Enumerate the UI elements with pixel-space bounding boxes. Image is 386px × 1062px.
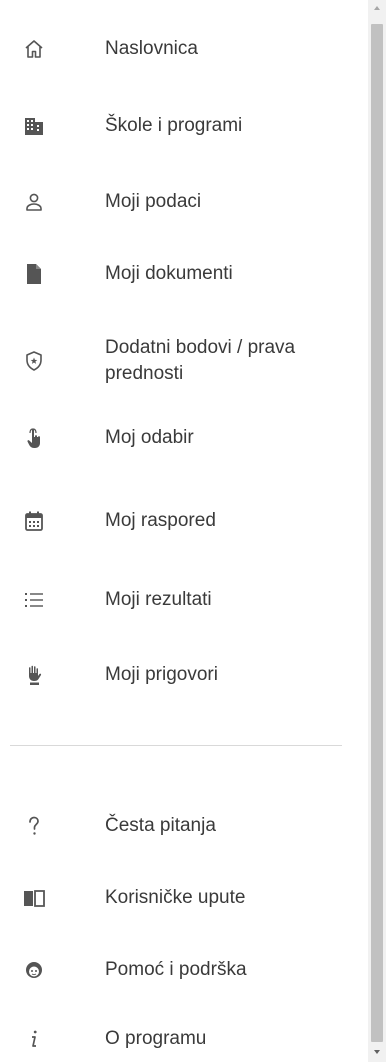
nav-item-moj-odabir[interactable]: Moj odabir	[0, 423, 368, 453]
pointing-hand-icon	[22, 426, 46, 450]
app-viewport: Naslovnica Škole i programi Moji podaci …	[0, 0, 386, 1062]
support-face-icon	[22, 958, 46, 982]
nav-item-pomoc-i-podrska[interactable]: Pomoć i podrška	[0, 955, 368, 985]
nav-item-cesta-pitanja[interactable]: Česta pitanja	[0, 811, 368, 841]
list-icon	[22, 588, 46, 612]
nav-item-label: Česta pitanja	[105, 815, 216, 836]
nav-item-label: Moj odabir	[105, 427, 194, 448]
nav-item-moji-dokumenti[interactable]: Moji dokumenti	[0, 259, 368, 289]
vertical-scrollbar[interactable]	[368, 0, 386, 1062]
nav-item-korisnicke-upute[interactable]: Korisničke upute	[0, 883, 368, 913]
nav-item-skole-i-programi[interactable]: Škole i programi	[0, 111, 368, 141]
building-icon	[22, 114, 46, 138]
nav-item-label: Pomoć i podrška	[105, 959, 247, 980]
calendar-icon	[22, 509, 46, 533]
nav-item-label: Korisničke upute	[105, 887, 246, 908]
nav-item-moji-podaci[interactable]: Moji podaci	[0, 187, 368, 217]
nav-item-o-programu[interactable]: O programu	[0, 1024, 368, 1054]
nav-item-moji-prigovori[interactable]: Moji prigovori	[0, 660, 368, 690]
question-icon	[22, 814, 46, 838]
sidebar-navigation: Naslovnica Škole i programi Moji podaci …	[0, 0, 368, 1062]
nav-item-naslovnica[interactable]: Naslovnica	[0, 34, 368, 64]
nav-item-moji-rezultati[interactable]: Moji rezultati	[0, 585, 368, 615]
scroll-up-arrow-icon[interactable]	[374, 6, 380, 10]
book-icon	[22, 886, 46, 910]
nav-divider	[10, 745, 342, 746]
scroll-down-arrow-icon[interactable]	[374, 1050, 380, 1054]
nav-item-label: Moji podaci	[105, 191, 202, 212]
scrollbar-thumb[interactable]	[371, 24, 383, 1042]
nav-item-label: Moji dokumenti	[105, 263, 233, 284]
nav-item-dodatni-bodovi[interactable]: Dodatni bodovi / prava prednosti	[0, 333, 368, 389]
nav-item-label: Moji rezultati	[105, 589, 212, 610]
nav-item-label: Škole i programi	[105, 115, 243, 136]
nav-item-label: Naslovnica	[105, 38, 198, 59]
raised-hand-icon	[22, 663, 46, 687]
home-icon	[22, 37, 46, 61]
person-icon	[22, 190, 46, 214]
nav-item-label: Moji prigovori	[105, 664, 218, 685]
shield-star-icon	[22, 349, 46, 373]
document-icon	[22, 262, 46, 286]
nav-item-moj-raspored[interactable]: Moj raspored	[0, 506, 368, 536]
info-icon	[22, 1027, 46, 1051]
nav-item-label: O programu	[105, 1028, 207, 1049]
nav-item-label: Moj raspored	[105, 510, 216, 531]
nav-item-label: Dodatni bodovi / prava prednosti	[105, 337, 296, 384]
